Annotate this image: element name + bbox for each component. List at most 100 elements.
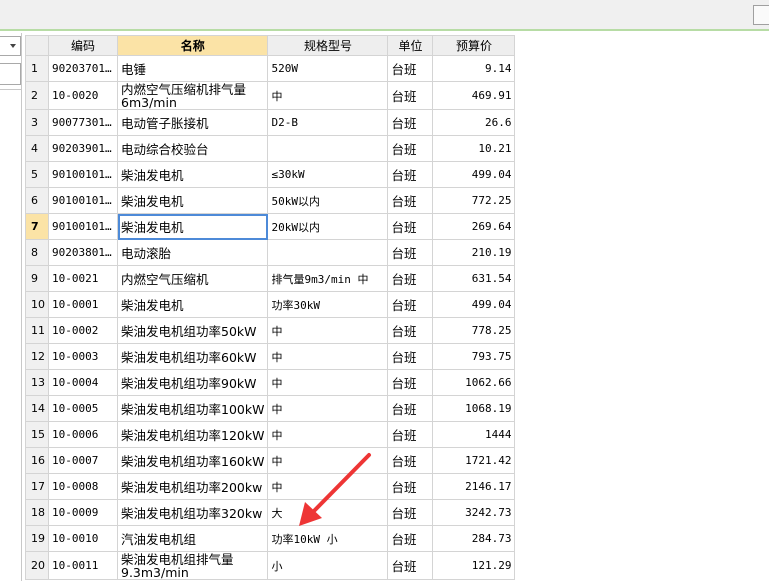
cell-unit[interactable]: 台班 bbox=[387, 473, 434, 500]
cell-code[interactable]: 10-0005 bbox=[48, 395, 118, 422]
cell-name[interactable]: 柴油发电机组功率320kw bbox=[116, 499, 269, 526]
row-number[interactable]: 5 bbox=[25, 161, 49, 188]
cell-code[interactable]: 10-0004 bbox=[48, 369, 118, 396]
cell-code[interactable]: 10-0002 bbox=[48, 317, 118, 344]
cell-spec[interactable]: 中 bbox=[267, 317, 389, 344]
cell-unit[interactable]: 台班 bbox=[387, 291, 434, 318]
cell-name[interactable]: 电动滚胎 bbox=[116, 239, 269, 266]
row-number[interactable]: 3 bbox=[25, 109, 49, 136]
table-row[interactable]: 1 90203701… 电锤 520W 台班 9.14 bbox=[25, 55, 516, 82]
cell-price[interactable]: 1721.42 bbox=[432, 447, 516, 474]
table-row[interactable]: 19 10-0010 汽油发电机组 功率10kW 小 台班 284.73 bbox=[25, 525, 516, 552]
cell-spec[interactable]: 中 bbox=[267, 343, 389, 370]
cell-name[interactable]: 柴油发电机组排气量9.3m3/min bbox=[116, 551, 269, 580]
table-row[interactable]: 2 10-0020 内燃空气压缩机排气量6m3/min 中 台班 469.91 bbox=[25, 81, 516, 110]
cell-spec[interactable]: 小 bbox=[267, 551, 389, 580]
row-number[interactable]: 6 bbox=[25, 187, 49, 214]
cell-price[interactable]: 1068.19 bbox=[432, 395, 516, 422]
cell-price[interactable]: 793.75 bbox=[432, 343, 516, 370]
cell-unit[interactable]: 台班 bbox=[387, 55, 434, 82]
cell-spec[interactable] bbox=[267, 239, 389, 266]
header-spec[interactable]: 规格型号 bbox=[267, 35, 389, 56]
table-row[interactable]: 4 90203901… 电动综合校验台 台班 10.21 bbox=[25, 135, 516, 162]
table-row[interactable]: 12 10-0003 柴油发电机组功率60kW 中 台班 793.75 bbox=[25, 343, 516, 370]
cell-price[interactable]: 499.04 bbox=[432, 291, 516, 318]
chevron-down-icon[interactable] bbox=[10, 44, 16, 48]
cell-unit[interactable]: 台班 bbox=[387, 421, 434, 448]
row-number[interactable]: 15 bbox=[25, 421, 49, 448]
cell-spec[interactable]: 520W bbox=[267, 55, 389, 82]
cell-price[interactable]: 10.21 bbox=[432, 135, 516, 162]
cell-unit[interactable]: 台班 bbox=[387, 161, 434, 188]
row-number[interactable]: 4 bbox=[25, 135, 49, 162]
cell-unit[interactable]: 台班 bbox=[387, 317, 434, 344]
cell-spec[interactable]: ≤30kW bbox=[267, 161, 389, 188]
cell-spec[interactable]: 20kW以内 bbox=[267, 213, 389, 240]
cell-spec[interactable]: 大 bbox=[267, 499, 389, 526]
cell-name[interactable]: 柴油发电机组功率160kW bbox=[116, 447, 269, 474]
table-row[interactable]: 6 90100101… 柴油发电机 50kW以内 台班 772.25 bbox=[25, 187, 516, 214]
table-row[interactable]: 17 10-0008 柴油发电机组功率200kw 中 台班 2146.17 bbox=[25, 473, 516, 500]
cell-name[interactable]: 柴油发电机组功率120kW bbox=[116, 421, 269, 448]
table-row[interactable]: 3 90077301… 电动管子胀接机 D2-B 台班 26.6 bbox=[25, 109, 516, 136]
table-row[interactable]: 8 90203801… 电动滚胎 台班 210.19 bbox=[25, 239, 516, 266]
cell-spec[interactable]: 中 bbox=[267, 421, 389, 448]
cell-unit[interactable]: 台班 bbox=[387, 395, 434, 422]
cell-price[interactable]: 499.04 bbox=[432, 161, 516, 188]
cell-unit[interactable]: 台班 bbox=[387, 265, 434, 292]
cell-code[interactable]: 10-0020 bbox=[48, 81, 118, 110]
row-number[interactable]: 7 bbox=[25, 213, 49, 240]
cell-unit[interactable]: 台班 bbox=[387, 343, 434, 370]
table-row[interactable]: 9 10-0021 内燃空气压缩机 排气量9m3/min 中 台班 631.54 bbox=[25, 265, 516, 292]
cell-price[interactable]: 1444 bbox=[432, 421, 516, 448]
cell-code[interactable]: 90077301… bbox=[48, 109, 118, 136]
cell-code[interactable]: 90100101… bbox=[48, 187, 118, 214]
cell-code[interactable]: 10-0011 bbox=[48, 551, 118, 580]
cell-code[interactable]: 90203701… bbox=[48, 55, 118, 82]
cell-unit[interactable]: 台班 bbox=[387, 187, 434, 214]
cell-code[interactable]: 90203801… bbox=[48, 239, 118, 266]
header-price[interactable]: 预算价 bbox=[432, 35, 516, 56]
table-row[interactable]: 16 10-0007 柴油发电机组功率160kW 中 台班 1721.42 bbox=[25, 447, 516, 474]
cell-price[interactable]: 469.91 bbox=[432, 81, 516, 110]
left-dropdown[interactable] bbox=[0, 36, 21, 56]
cell-name[interactable]: 电动管子胀接机 bbox=[116, 109, 269, 136]
cell-spec[interactable]: 功率10kW 小 bbox=[267, 525, 389, 552]
header-rownum[interactable] bbox=[25, 35, 49, 56]
row-number[interactable]: 20 bbox=[25, 551, 49, 580]
cell-price[interactable]: 772.25 bbox=[432, 187, 516, 214]
cell-spec[interactable]: 50kW以内 bbox=[267, 187, 389, 214]
table-row-current[interactable]: 7 90100101… 柴油发电机 20kW以内 台班 269.64 bbox=[25, 213, 516, 240]
table-row[interactable]: 5 90100101… 柴油发电机 ≤30kW 台班 499.04 bbox=[25, 161, 516, 188]
cell-unit[interactable]: 台班 bbox=[387, 109, 434, 136]
cell-unit[interactable]: 台班 bbox=[387, 369, 434, 396]
cell-price[interactable]: 121.29 bbox=[432, 551, 516, 580]
cell-price[interactable]: 269.64 bbox=[432, 213, 516, 240]
cell-name[interactable]: 柴油发电机 bbox=[116, 161, 269, 188]
header-code[interactable]: 编码 bbox=[48, 35, 118, 56]
cell-unit[interactable]: 台班 bbox=[387, 135, 434, 162]
row-number[interactable]: 2 bbox=[25, 81, 49, 110]
cell-name[interactable]: 柴油发电机 bbox=[116, 187, 269, 214]
table-row[interactable]: 15 10-0006 柴油发电机组功率120kW 中 台班 1444 bbox=[25, 421, 516, 448]
row-number[interactable]: 10 bbox=[25, 291, 49, 318]
row-number[interactable]: 19 bbox=[25, 525, 49, 552]
cell-code[interactable]: 10-0006 bbox=[48, 421, 118, 448]
row-number[interactable]: 18 bbox=[25, 499, 49, 526]
row-number[interactable]: 17 bbox=[25, 473, 49, 500]
cell-name[interactable]: 电动综合校验台 bbox=[116, 135, 269, 162]
cell-name-selected[interactable]: 柴油发电机 bbox=[116, 213, 269, 240]
cell-code[interactable]: 10-0010 bbox=[48, 525, 118, 552]
cell-price[interactable]: 2146.17 bbox=[432, 473, 516, 500]
cell-price[interactable]: 778.25 bbox=[432, 317, 516, 344]
cell-name[interactable]: 柴油发电机 bbox=[116, 291, 269, 318]
cell-name[interactable]: 柴油发电机组功率50kW bbox=[116, 317, 269, 344]
cell-spec[interactable]: D2-B bbox=[267, 109, 389, 136]
cell-code[interactable]: 10-0007 bbox=[48, 447, 118, 474]
cell-spec[interactable]: 排气量9m3/min 中 bbox=[267, 265, 389, 292]
cell-name[interactable]: 柴油发电机组功率100kW bbox=[116, 395, 269, 422]
row-number[interactable]: 8 bbox=[25, 239, 49, 266]
row-number[interactable]: 11 bbox=[25, 317, 49, 344]
cell-name[interactable]: 柴油发电机组功率90kW bbox=[116, 369, 269, 396]
cell-name[interactable]: 内燃空气压缩机排气量6m3/min bbox=[116, 81, 269, 110]
